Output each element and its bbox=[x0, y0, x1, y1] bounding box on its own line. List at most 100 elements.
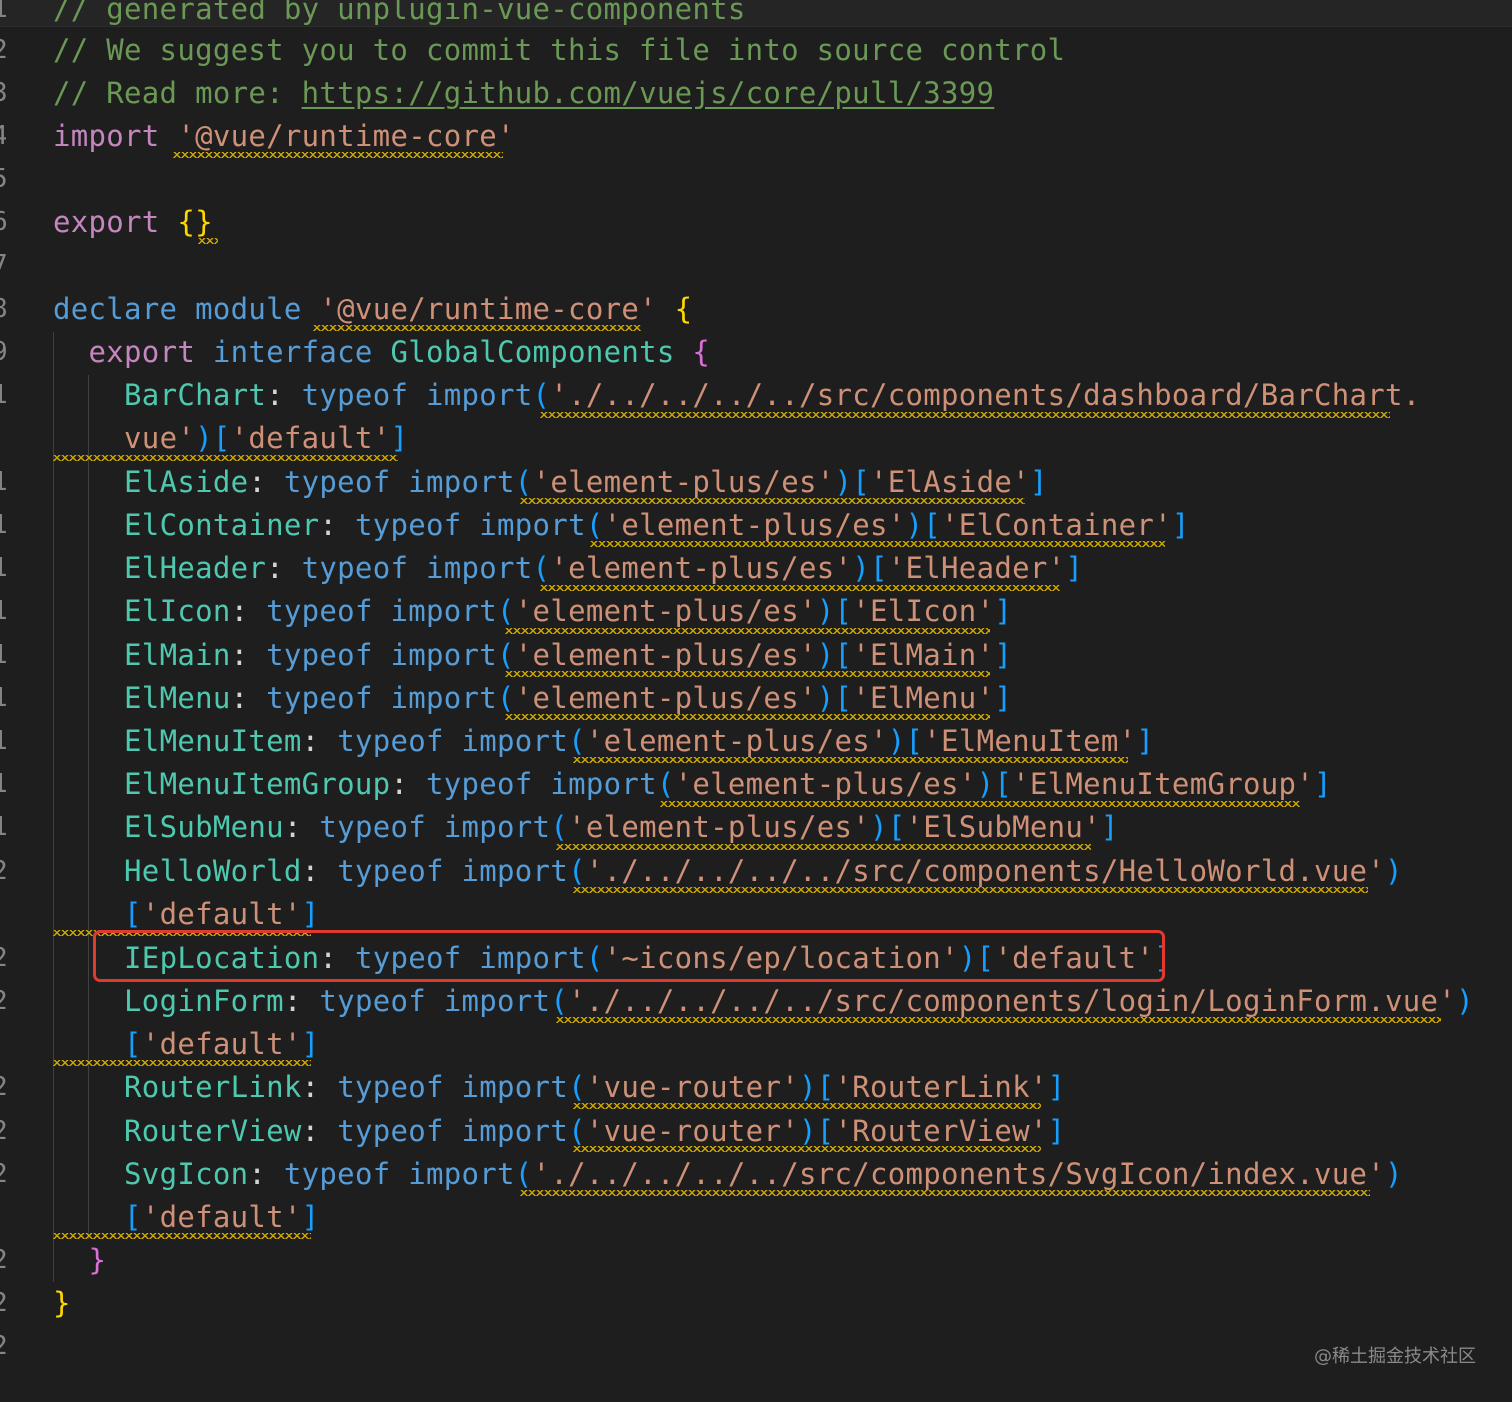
code-token: 'element-plus/es' bbox=[603, 508, 906, 542]
code-token: {} bbox=[177, 205, 213, 239]
code-token: ( bbox=[568, 1114, 586, 1148]
line-number: 4 bbox=[0, 115, 6, 158]
warning-squiggle bbox=[53, 455, 398, 461]
warning-squiggle bbox=[573, 887, 1368, 893]
code-token: 'element-plus/es' bbox=[568, 810, 870, 844]
warning-squiggle bbox=[660, 801, 1300, 807]
warning-squiggle bbox=[573, 1103, 1041, 1109]
line-number: 24 bbox=[0, 1110, 6, 1153]
line-number: 11 bbox=[0, 461, 6, 504]
code-token: )[ bbox=[798, 1070, 835, 1104]
code-token: ( bbox=[497, 594, 515, 628]
line-number: 13 bbox=[0, 547, 6, 590]
code-line: // We suggest you to commit this file in… bbox=[53, 29, 1065, 72]
line-number: 17 bbox=[0, 720, 6, 763]
line-number: 16 bbox=[0, 677, 6, 720]
code-token: declare bbox=[53, 292, 178, 326]
code-token: [ bbox=[124, 897, 142, 931]
code-token: typeof bbox=[301, 551, 409, 585]
code-token: 'element-plus/es' bbox=[514, 638, 817, 672]
code-token: LoginForm bbox=[124, 984, 284, 1018]
code-token: ] bbox=[1136, 724, 1155, 758]
code-token: typeof bbox=[319, 810, 426, 844]
code-token: ) bbox=[1456, 984, 1474, 1018]
code-line: ElHeader: typeof import('element-plus/es… bbox=[53, 547, 1083, 590]
code-token: ElHeader bbox=[124, 551, 267, 585]
code-token: } bbox=[53, 1286, 71, 1320]
code-token: ( bbox=[497, 681, 515, 715]
code-token: ] bbox=[1029, 465, 1048, 499]
code-token: ( bbox=[514, 1157, 533, 1191]
code-line: ElSubMenu: typeof import('element-plus/e… bbox=[53, 806, 1119, 849]
code-token: ElMain bbox=[124, 638, 231, 672]
code-token: 'element-plus/es' bbox=[514, 594, 817, 628]
warning-squiggle bbox=[505, 628, 990, 634]
code-token: import bbox=[461, 724, 569, 758]
code-token: 'ElMenuItemGroup' bbox=[1012, 767, 1315, 801]
warning-squiggle bbox=[590, 541, 1165, 547]
code-editor[interactable]: 1 // generated by unplugin-vue-components… bbox=[0, 0, 1512, 1402]
code-token: 'ElIcon' bbox=[852, 594, 995, 628]
code-token: : bbox=[230, 594, 267, 628]
code-token: ( bbox=[532, 551, 551, 585]
code-token: import bbox=[479, 508, 586, 542]
code-token: : bbox=[266, 378, 302, 412]
code-token: )[ bbox=[887, 724, 924, 758]
code-token: ( bbox=[550, 810, 569, 844]
code-token: import bbox=[461, 854, 569, 888]
code-token: { bbox=[692, 335, 711, 369]
code-token: : bbox=[266, 551, 302, 585]
code-token: typeof bbox=[266, 594, 373, 628]
code-token: import bbox=[408, 465, 515, 499]
code-token: ( bbox=[568, 854, 586, 888]
code-token: import bbox=[443, 984, 551, 1018]
comment-link[interactable]: https://github.com/vuejs/core/pull/3399 bbox=[302, 76, 995, 110]
code-token: ] bbox=[390, 421, 409, 455]
code-token: 'ElMenuItem' bbox=[923, 724, 1137, 758]
line-number: 10 bbox=[0, 374, 6, 417]
code-token: './../../../../src/components/login/Logi… bbox=[568, 984, 1457, 1018]
warning-squiggle bbox=[520, 498, 1025, 504]
code-token: import bbox=[461, 1070, 569, 1104]
code-token: : bbox=[283, 984, 320, 1018]
code-token: ElIcon bbox=[124, 594, 231, 628]
code-token: 'ElContainer' bbox=[941, 508, 1172, 542]
code-token: ) bbox=[1385, 854, 1403, 888]
code-token: ( bbox=[532, 378, 551, 412]
code-token: typeof bbox=[283, 465, 391, 499]
code-token: typeof bbox=[425, 767, 533, 801]
code-line: export {} bbox=[53, 201, 213, 244]
code-line: export interface GlobalComponents { bbox=[53, 331, 710, 374]
code-token: : bbox=[301, 854, 338, 888]
code-token: ( bbox=[568, 1070, 586, 1104]
code-token: ] bbox=[994, 594, 1013, 628]
code-token: 'vue-router' bbox=[585, 1070, 799, 1104]
